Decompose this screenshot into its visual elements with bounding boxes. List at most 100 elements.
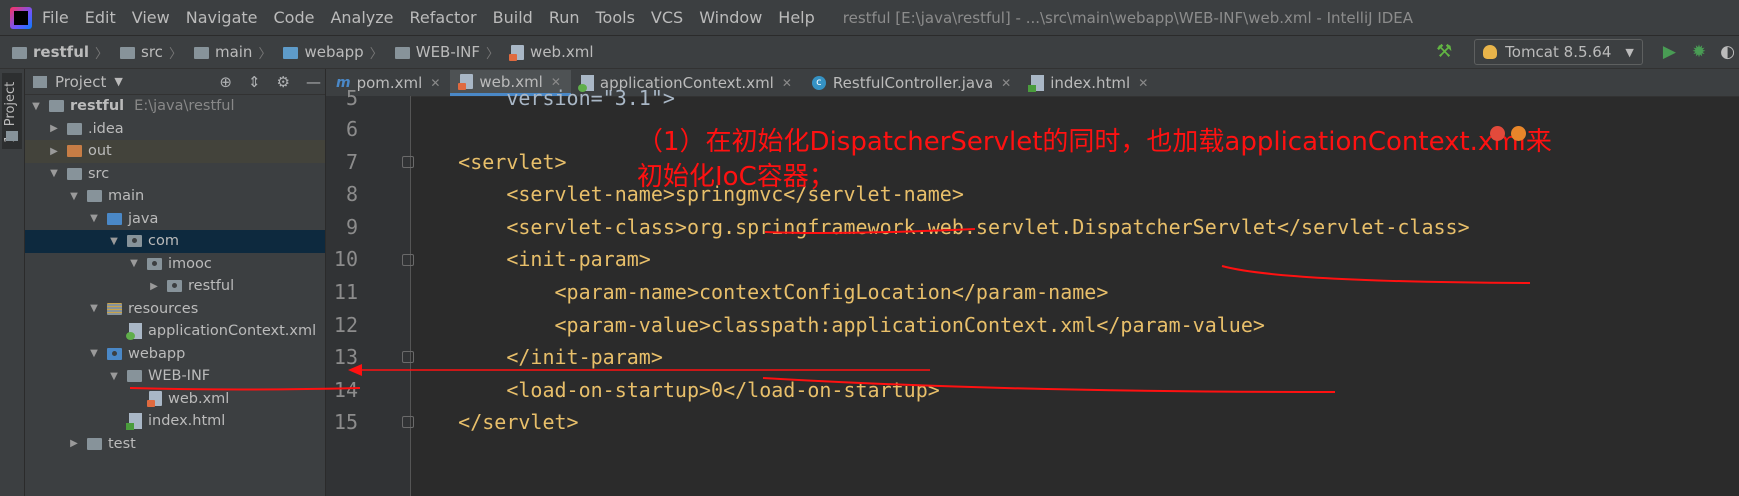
chevron-down-icon[interactable]: ▼: [47, 168, 61, 179]
minimize-icon[interactable]: —: [306, 73, 321, 91]
folder-icon: [87, 437, 102, 450]
run-configuration-select[interactable]: Tomcat 8.5.64 ▼: [1474, 39, 1643, 65]
menu-refactor[interactable]: Refactor: [410, 8, 477, 27]
code-line[interactable]: <param-name>contextConfigLocation</param…: [410, 276, 1108, 309]
tree-item-com[interactable]: ▼ com: [25, 230, 325, 253]
tree-item-imooc[interactable]: ▼ imooc: [25, 253, 325, 276]
locate-target-icon[interactable]: ⊕: [219, 73, 232, 91]
tree-item-restful-package[interactable]: ▶ restful: [25, 275, 325, 298]
java-class-icon: c: [811, 76, 826, 90]
close-icon[interactable]: ✕: [782, 76, 792, 90]
spring-config-icon: [126, 323, 142, 341]
tab-restfulcontroller-java[interactable]: c RestfulController.java ✕: [802, 70, 1021, 96]
breadcrumb-web-inf[interactable]: WEB-INF 〉: [394, 43, 499, 62]
tree-item-webapp[interactable]: ▼ webapp: [25, 343, 325, 366]
chevron-right-icon[interactable]: ▶: [47, 146, 61, 157]
chevron-down-icon: ▼: [114, 75, 123, 88]
tree-item-web-inf[interactable]: ▼ WEB-INF: [25, 365, 325, 388]
chevron-down-icon[interactable]: ▼: [67, 191, 81, 202]
code-line[interactable]: <load-on-startup>0</load-on-startup>: [410, 374, 939, 407]
collapse-all-icon[interactable]: ⇕: [248, 73, 261, 91]
code-line[interactable]: <servlet>: [410, 146, 566, 179]
code-line[interactable]: </init-param>: [410, 341, 663, 374]
close-icon[interactable]: ✕: [1001, 76, 1011, 90]
tree-item-resources[interactable]: ▼ resources: [25, 298, 325, 321]
tree-item-index-html[interactable]: index.html: [25, 410, 325, 433]
tree-item-restful-root[interactable]: ▼ restful E:\java\restful: [25, 95, 325, 118]
debug-icon[interactable]: ✹: [1692, 42, 1706, 62]
tree-item-main[interactable]: ▼ main: [25, 185, 325, 208]
navigation-bar: restful 〉 src 〉 main 〉 webapp 〉 WEB-INF 〉 web…: [0, 36, 1739, 69]
line-number: 12: [333, 313, 358, 337]
tab-index-html[interactable]: index.html ✕: [1021, 70, 1158, 96]
line-number: 5: [345, 86, 358, 110]
web-folder-icon: [107, 347, 122, 360]
menu-tools[interactable]: Tools: [596, 8, 635, 27]
tree-item-java[interactable]: ▼ java: [25, 208, 325, 231]
breadcrumb-main[interactable]: main 〉: [193, 43, 271, 62]
project-panel-header: Project ▼ ⊕ ⇕ ⚙ —: [25, 69, 325, 95]
menu-analyze[interactable]: Analyze: [330, 8, 393, 27]
coverage-icon[interactable]: ◐: [1720, 42, 1735, 62]
chrome-icon[interactable]: [1490, 126, 1505, 141]
project-folder-icon: [49, 100, 64, 113]
project-view-selector[interactable]: Project ▼: [33, 73, 123, 91]
build-hammer-icon[interactable]: ⚒: [1436, 43, 1452, 61]
chevron-down-icon[interactable]: ▼: [29, 101, 43, 112]
excluded-folder-icon: [67, 145, 82, 158]
project-folder-icon: [12, 47, 27, 59]
tree-item-web-xml[interactable]: web.xml: [25, 388, 325, 411]
run-config-label: Tomcat 8.5.64: [1505, 43, 1612, 61]
tree-item-idea[interactable]: ▶ .idea: [25, 118, 325, 141]
tree-item-out[interactable]: ▶ out: [25, 140, 325, 163]
menu-bar: File Edit View Navigate Code Analyze Ref…: [0, 0, 1739, 36]
menu-navigate[interactable]: Navigate: [186, 8, 258, 27]
chevron-down-icon[interactable]: ▼: [87, 213, 101, 224]
menu-vcs[interactable]: VCS: [651, 8, 683, 27]
chevron-down-icon[interactable]: ▼: [107, 371, 121, 382]
chevron-right-icon[interactable]: ▶: [67, 438, 81, 449]
chevron-down-icon[interactable]: ▼: [87, 303, 101, 314]
close-icon[interactable]: ✕: [1138, 76, 1148, 90]
code-line[interactable]: <init-param>: [410, 243, 651, 276]
code-line[interactable]: version="3.1">: [410, 82, 675, 115]
source-folder-icon: [107, 212, 122, 225]
menu-view[interactable]: View: [132, 8, 170, 27]
chevron-right-icon[interactable]: ▶: [47, 123, 61, 134]
red-annotation-text: （1）在初始化DispatcherServlet的同时，也加载applicati…: [637, 125, 1567, 195]
tree-item-applicationcontext-xml[interactable]: applicationContext.xml: [25, 320, 325, 343]
chevron-down-icon[interactable]: ▼: [87, 348, 101, 359]
code-line[interactable]: <param-value>classpath:applicationContex…: [410, 309, 1265, 342]
breadcrumb-restful[interactable]: restful 〉: [12, 43, 108, 62]
chevron-down-icon[interactable]: ▼: [127, 258, 141, 269]
menu-window[interactable]: Window: [699, 8, 762, 27]
firefox-icon[interactable]: [1511, 126, 1526, 141]
run-icon[interactable]: ▶: [1663, 42, 1676, 62]
folder-icon: [193, 47, 209, 59]
code-text: <init-param>: [410, 247, 651, 271]
code-line[interactable]: </servlet>: [410, 406, 578, 439]
code-line[interactable]: <servlet-class>org.springframework.web.s…: [410, 211, 1469, 244]
menu-file[interactable]: File: [42, 8, 69, 27]
line-number: 8: [345, 182, 358, 206]
folder-icon: [87, 190, 102, 203]
menu-code[interactable]: Code: [274, 8, 315, 27]
menu-edit[interactable]: Edit: [85, 8, 116, 27]
menu-build[interactable]: Build: [493, 8, 533, 27]
menu-run[interactable]: Run: [549, 8, 580, 27]
gear-icon[interactable]: ⚙: [277, 73, 290, 91]
breadcrumb-webapp[interactable]: webapp 〉: [283, 43, 383, 62]
tree-item-test[interactable]: ▶ test: [25, 433, 325, 456]
breadcrumb-web-xml[interactable]: web.xml: [509, 43, 594, 61]
line-number: 14: [333, 378, 358, 402]
tree-item-src[interactable]: ▼ src: [25, 163, 325, 186]
menu-help[interactable]: Help: [778, 8, 814, 27]
chevron-down-icon[interactable]: ▼: [107, 236, 121, 247]
annotation-line-1: （1）在初始化DispatcherServlet的同时，也加载applicati…: [637, 127, 1552, 157]
line-number: 15: [333, 410, 358, 434]
code-text: <param-value>classpath:applicationContex…: [410, 313, 1265, 337]
breadcrumb-src[interactable]: src 〉: [120, 43, 182, 62]
line-number: 6: [345, 117, 358, 141]
line-number: 11: [333, 280, 358, 304]
chevron-right-icon[interactable]: ▶: [147, 281, 161, 292]
